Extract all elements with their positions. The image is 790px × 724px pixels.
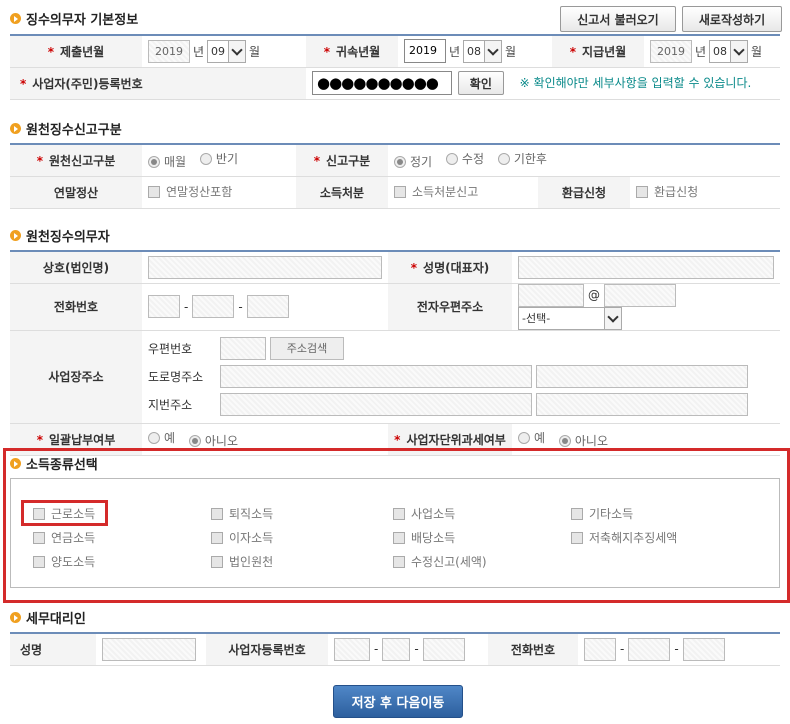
labor-income-highlight xyxy=(21,500,108,526)
income-type-box: 근로소득 퇴직소득 사업소득 기타소득 연금소득 이자소득 배당소득 저축해지추… xyxy=(10,478,780,588)
representative-name-input[interactable] xyxy=(518,255,774,279)
income-checkbox-other[interactable]: 기타소득 xyxy=(571,505,633,522)
agent-phone-part1-input[interactable] xyxy=(584,637,616,661)
section-title-income-type: 소득종류선택 xyxy=(10,454,98,473)
email-id-input[interactable] xyxy=(518,283,584,307)
agent-phone-part2-input[interactable] xyxy=(628,637,671,661)
pay-month-select[interactable]: 08 xyxy=(709,39,749,63)
report-type-table: * 원천신고구분 매월 반기 * 신고구분 정기 수정 기한후 연말정산 연말정산포… xyxy=(10,143,780,209)
confirm-button[interactable]: 확인 xyxy=(457,71,504,95)
phone-part1-input[interactable] xyxy=(148,295,180,318)
section-title-report-type: 원천징수신고구분 xyxy=(10,119,122,138)
pay-ym-label: 지급년월 xyxy=(582,44,627,59)
radio-regular[interactable]: 정기 xyxy=(394,153,432,170)
pay-year-field[interactable]: 2019 xyxy=(650,39,692,63)
section-title-withholder: 원천징수의무자 xyxy=(10,226,110,245)
radio-late[interactable]: 기한후 xyxy=(497,150,547,167)
radio-monthly[interactable]: 매월 xyxy=(148,153,186,170)
company-name-input[interactable] xyxy=(148,255,382,279)
submit-month-select[interactable]: 09 xyxy=(207,39,247,63)
save-and-next-button[interactable]: 저장 후 다음이동 xyxy=(333,685,463,718)
income-checkbox-pension[interactable]: 연금소득 xyxy=(33,529,95,546)
submit-ym-label: 제출년월 xyxy=(60,44,105,59)
income-checkbox-savings-penalty[interactable]: 저축해지추징세액 xyxy=(571,529,677,546)
section-title-agent: 세무대리인 xyxy=(10,608,86,627)
yearend-checkbox[interactable]: 연말정산포함 xyxy=(148,183,232,200)
regno-label: 사업자(주민)등록번호 xyxy=(32,76,143,91)
section-title-basic-info: 징수의무자 기본정보 xyxy=(10,9,138,28)
phone-part2-input[interactable] xyxy=(192,295,235,318)
income-checkbox-amended[interactable]: 수정신고(세액) xyxy=(393,553,487,570)
income-checkbox-interest[interactable]: 이자소득 xyxy=(211,529,273,546)
belong-year-field[interactable]: 2019 xyxy=(404,39,446,64)
bullet-icon xyxy=(10,612,21,623)
belong-month-select[interactable]: 08 xyxy=(463,39,503,63)
radio-half-year[interactable]: 반기 xyxy=(199,150,238,167)
income-checkbox-transfer[interactable]: 양도소득 xyxy=(33,553,95,570)
lump-no-radio[interactable]: 아니오 xyxy=(188,432,238,449)
withholder-table: 상호(법인명) * 성명(대표자) 전화번호 -- 전자우편주소 @ -선택- 사업… xyxy=(10,250,780,456)
road-address-input[interactable] xyxy=(220,365,532,388)
agent-regno-part1-input[interactable] xyxy=(334,637,370,661)
lot-address-input[interactable] xyxy=(220,393,532,416)
agent-regno-part2-input[interactable] xyxy=(382,637,411,661)
agent-name-input[interactable] xyxy=(102,637,196,661)
email-domain-input[interactable] xyxy=(604,283,676,307)
agent-phone-part3-input[interactable] xyxy=(682,637,725,661)
chevron-down-icon xyxy=(484,40,502,62)
belong-ym-label: 귀속년월 xyxy=(336,44,381,59)
income-checkbox-business[interactable]: 사업소득 xyxy=(393,505,455,522)
zipcode-input[interactable] xyxy=(220,337,266,360)
regno-input[interactable]: ●●●●●●●●●● xyxy=(312,71,452,95)
income-checkbox-corporate[interactable]: 법인원천 xyxy=(211,553,273,570)
unit-tax-no-radio[interactable]: 아니오 xyxy=(558,432,608,449)
unit-tax-yes-radio[interactable]: 예 xyxy=(518,429,545,446)
basic-info-table: * 제출년월 2019 년 09 월 * 귀속년월 2019 년 08 월 * 지급년월 2019… xyxy=(10,34,780,100)
income-checkbox-retirement[interactable]: 퇴직소득 xyxy=(211,505,273,522)
radio-amend[interactable]: 수정 xyxy=(445,150,484,167)
agent-regno-part3-input[interactable] xyxy=(422,637,465,661)
chevron-down-icon xyxy=(604,307,621,329)
bullet-icon xyxy=(10,458,21,469)
submit-year-field[interactable]: 2019 xyxy=(148,39,190,63)
chevron-down-icon xyxy=(228,40,246,62)
chevron-down-icon xyxy=(730,40,748,62)
email-domain-select[interactable]: -선택- xyxy=(518,306,622,330)
bullet-icon xyxy=(10,13,21,24)
confirm-notice: ※ 확인해야만 세부사항을 입력할 수 있습니다. xyxy=(519,75,752,90)
income-checkbox-dividend[interactable]: 배당소득 xyxy=(393,529,455,546)
load-report-button[interactable]: 신고서 불러오기 xyxy=(560,6,676,32)
address-search-button[interactable]: 주소검색 xyxy=(270,337,344,360)
lot-address-detail-input[interactable] xyxy=(536,393,748,416)
bullet-icon xyxy=(10,230,21,241)
new-report-button[interactable]: 새로작성하기 xyxy=(682,6,782,32)
bullet-icon xyxy=(10,123,21,134)
refund-checkbox[interactable]: 환급신청 xyxy=(636,183,698,200)
agent-table: 성명 사업자등록번호 -- 전화번호 -- xyxy=(10,632,780,666)
road-address-detail-input[interactable] xyxy=(536,365,748,388)
phone-part3-input[interactable] xyxy=(246,295,289,318)
lump-yes-radio[interactable]: 예 xyxy=(148,429,175,446)
disposal-checkbox[interactable]: 소득처분신고 xyxy=(394,183,478,200)
